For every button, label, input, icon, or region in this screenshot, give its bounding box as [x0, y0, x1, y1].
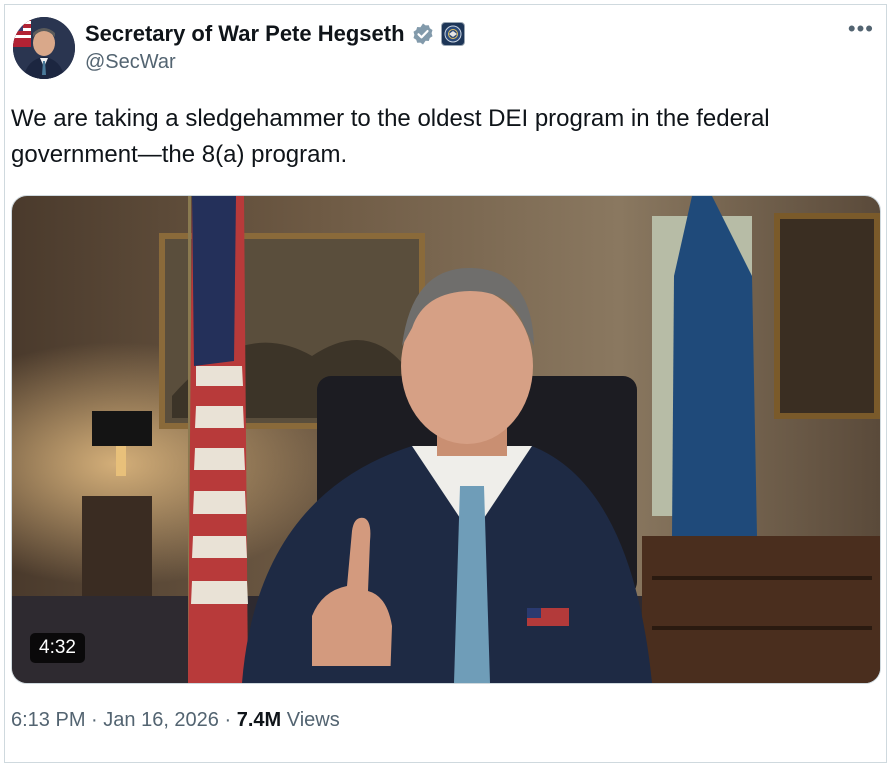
more-options-icon[interactable]: ••• [848, 18, 874, 40]
author-block: Secretary of War Pete Hegseth @SecWar [85, 19, 465, 74]
avatar[interactable] [13, 17, 75, 79]
meta-separator: · [218, 709, 237, 731]
tweet-time[interactable]: 6:13 PM [11, 709, 85, 731]
video-thumbnail [12, 196, 880, 683]
author-name[interactable]: Secretary of War Pete Hegseth [85, 21, 405, 47]
views-label: Views [281, 709, 340, 731]
author-handle[interactable]: @SecWar [85, 51, 465, 74]
tweet-card: Secretary of War Pete Hegseth @SecWar ••… [4, 4, 887, 763]
tweet-text: We are taking a sledgehammer to the olde… [11, 105, 770, 168]
video-player[interactable]: 4:32 [11, 195, 881, 684]
verified-badge-icon[interactable] [411, 22, 435, 46]
tweet-meta: 6:13 PM · Jan 16, 2026 · 7.4M Views [11, 709, 340, 732]
video-duration-badge: 4:32 [30, 633, 85, 663]
meta-separator: · [85, 709, 104, 731]
views-count[interactable]: 7.4M [237, 709, 281, 731]
tweet-date[interactable]: Jan 16, 2026 [103, 709, 219, 731]
dod-seal-icon[interactable] [440, 22, 465, 46]
